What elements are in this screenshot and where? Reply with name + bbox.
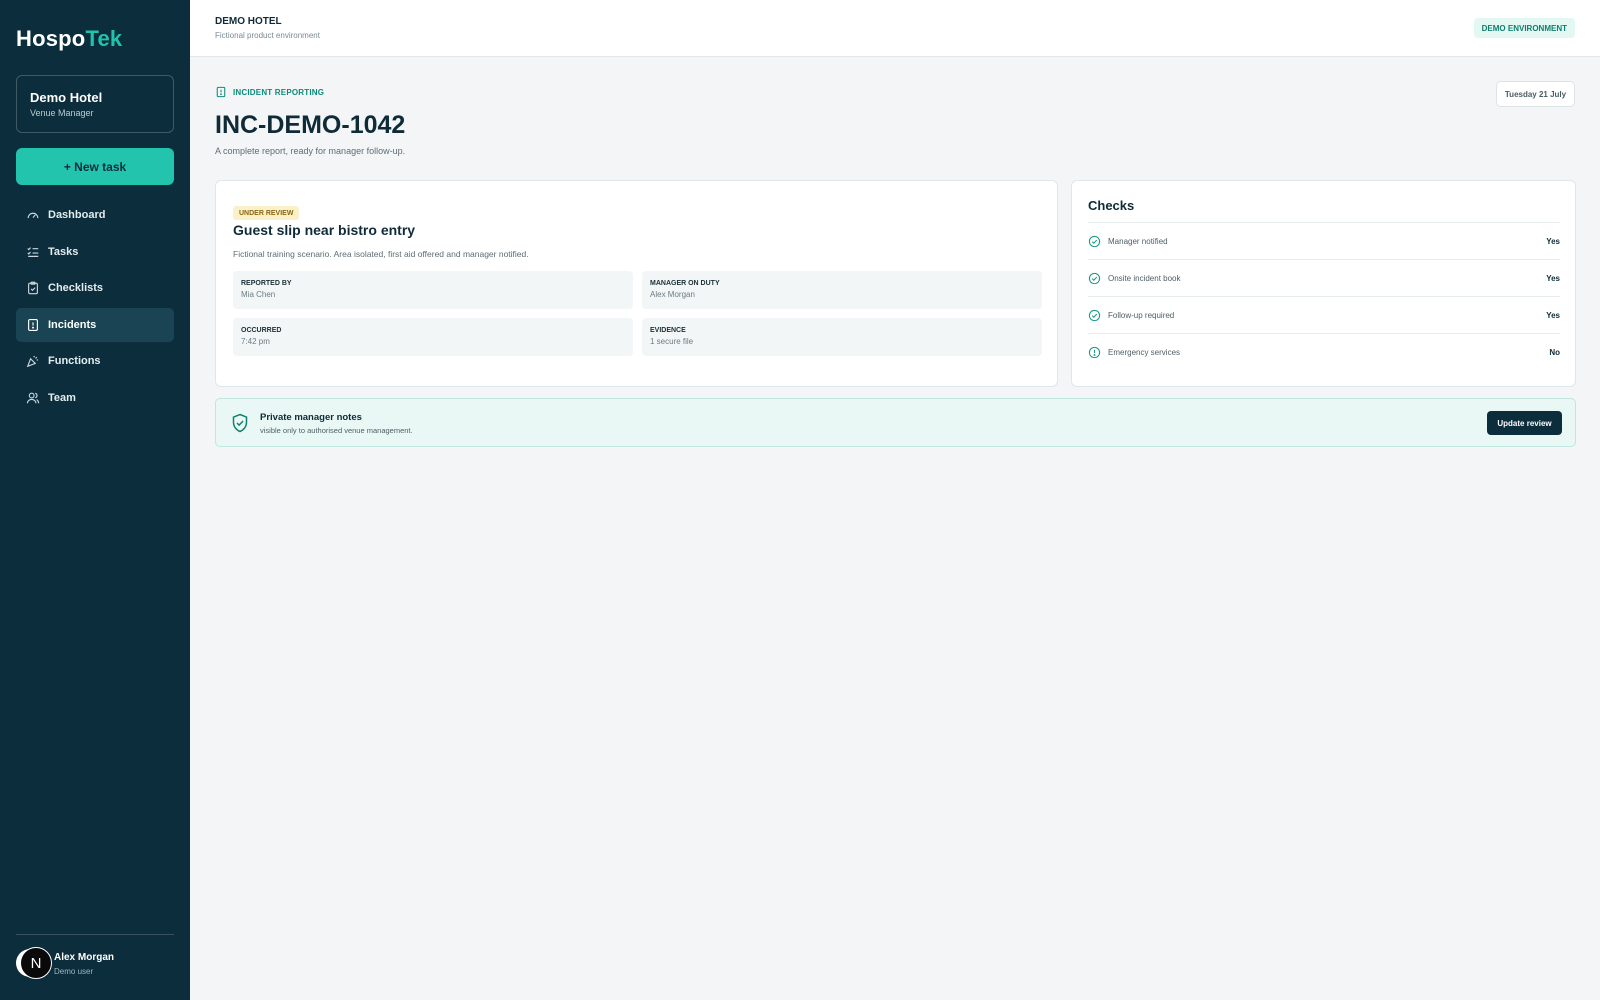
sidebar: HospoTek Demo Hotel Venue Manager + New … (0, 0, 190, 1000)
check-circle-icon (1088, 272, 1101, 284)
section-label-text: INCIDENT REPORTING (233, 87, 325, 97)
top-header: DEMO HOTEL Fictional product environment… (190, 0, 1600, 57)
notes-title: Private manager notes (260, 412, 362, 423)
field-value: Alex Morgan (650, 290, 695, 299)
check-row-emergency-services: Emergency services No (1088, 333, 1560, 370)
users-icon (26, 392, 40, 404)
incident-description: Fictional training scenario. Area isolat… (233, 249, 529, 259)
check-row-follow-up-required: Follow-up required Yes (1088, 296, 1560, 333)
shield-check-icon (232, 413, 248, 433)
field-value: 7:42 pm (241, 337, 270, 346)
sidebar-item-team[interactable]: Team (16, 381, 174, 415)
brand-logo[interactable]: HospoTek (16, 26, 122, 52)
clipboard-check-icon (28, 281, 38, 295)
avatar[interactable]: N (20, 947, 52, 979)
field-manager-on-duty: MANAGER ON DUTY Alex Morgan (642, 271, 1042, 309)
sidebar-item-label: Functions (48, 355, 101, 368)
hotel-title: DEMO HOTEL (215, 16, 282, 27)
sidebar-item-label: Dashboard (48, 209, 106, 221)
environment-badge: DEMO ENVIRONMENT (1473, 18, 1575, 38)
notes-subtitle: visible only to authorised venue managem… (260, 426, 413, 435)
field-occurred: OCCURRED 7:42 pm (233, 318, 633, 356)
sidebar-item-functions[interactable]: Functions (16, 344, 174, 378)
section-label: INCIDENT REPORTING (215, 86, 324, 98)
field-evidence[interactable]: EVIDENCE 1 secure file (642, 318, 1042, 356)
user-profile[interactable]: N Alex Morgan Demo user (16, 946, 174, 982)
sidebar-divider (16, 934, 174, 935)
check-circle-icon (1088, 235, 1101, 247)
sidebar-item-label: Team (48, 391, 76, 404)
hotel-subtitle: Fictional product environment (215, 31, 320, 40)
field-reported-by: REPORTED BY Mia Chen (233, 271, 633, 309)
incident-title: Guest slip near bistro entry (233, 222, 416, 238)
sidebar-item-label: Checklists (48, 282, 104, 295)
sidebar-nav: Dashboard Tasks Checklists Incidents Fun… (16, 198, 174, 418)
check-label: Onsite incident book (1108, 273, 1181, 283)
check-value: Yes (1546, 273, 1560, 283)
party-popper-icon (26, 356, 39, 368)
status-badge: UNDER REVIEW (233, 206, 300, 220)
page-title: INC-DEMO-1042 (215, 111, 406, 139)
check-value: Yes (1546, 310, 1560, 320)
check-label: Manager notified (1108, 236, 1168, 246)
checks-list: Manager notified Yes Onsite incident boo… (1088, 222, 1560, 370)
checks-title: Checks (1088, 198, 1135, 213)
check-label: Emergency services (1108, 347, 1181, 357)
incident-card: UNDER REVIEW Guest slip near bistro entr… (215, 180, 1058, 387)
gauge-icon (27, 212, 39, 219)
task-list-icon (27, 246, 39, 257)
user-role: Demo user (54, 967, 94, 976)
check-row-manager-notified: Manager notified Yes (1088, 222, 1560, 259)
private-notes-bar: Private manager notes visible only to au… (215, 398, 1576, 447)
venue-name: Demo Hotel (30, 90, 103, 105)
check-value: Yes (1546, 236, 1560, 246)
venue-switcher[interactable]: Demo Hotel Venue Manager (16, 75, 174, 133)
sidebar-item-label: Tasks (48, 245, 79, 258)
incident-report-icon (28, 318, 38, 331)
brand-logo-part2: Tek (85, 26, 123, 51)
field-label: MANAGER ON DUTY (650, 280, 720, 287)
page-subtitle: A complete report, ready for manager fol… (215, 146, 406, 156)
sidebar-item-dashboard[interactable]: Dashboard (16, 198, 174, 232)
field-label: OCCURRED (241, 327, 282, 334)
field-label: EVIDENCE (650, 327, 686, 334)
alert-circle-icon (1088, 346, 1101, 358)
sidebar-item-checklists[interactable]: Checklists (16, 271, 174, 305)
check-circle-icon (1088, 309, 1101, 321)
sidebar-item-label: Incidents (48, 318, 97, 331)
sidebar-item-tasks[interactable]: Tasks (16, 235, 174, 269)
field-value: 1 secure file (650, 337, 694, 346)
user-name: Alex Morgan (54, 952, 115, 963)
field-value: Mia Chen (241, 290, 276, 299)
incident-report-icon (216, 86, 226, 98)
checks-card: Checks Manager notified Yes Onsite incid… (1071, 180, 1576, 387)
update-review-button[interactable]: Update review (1487, 411, 1562, 435)
date-pill: Tuesday 21 July (1496, 81, 1575, 107)
brand-logo-part1: Hospo (16, 26, 86, 51)
field-label: REPORTED BY (241, 280, 292, 287)
new-task-button[interactable]: + New task (16, 148, 174, 185)
check-label: Follow-up required (1108, 310, 1175, 320)
sidebar-item-incidents[interactable]: Incidents (16, 307, 174, 342)
check-row-onsite-incident-book: Onsite incident book Yes (1088, 259, 1560, 296)
check-value: No (1549, 347, 1560, 357)
venue-role: Venue Manager (30, 108, 94, 118)
